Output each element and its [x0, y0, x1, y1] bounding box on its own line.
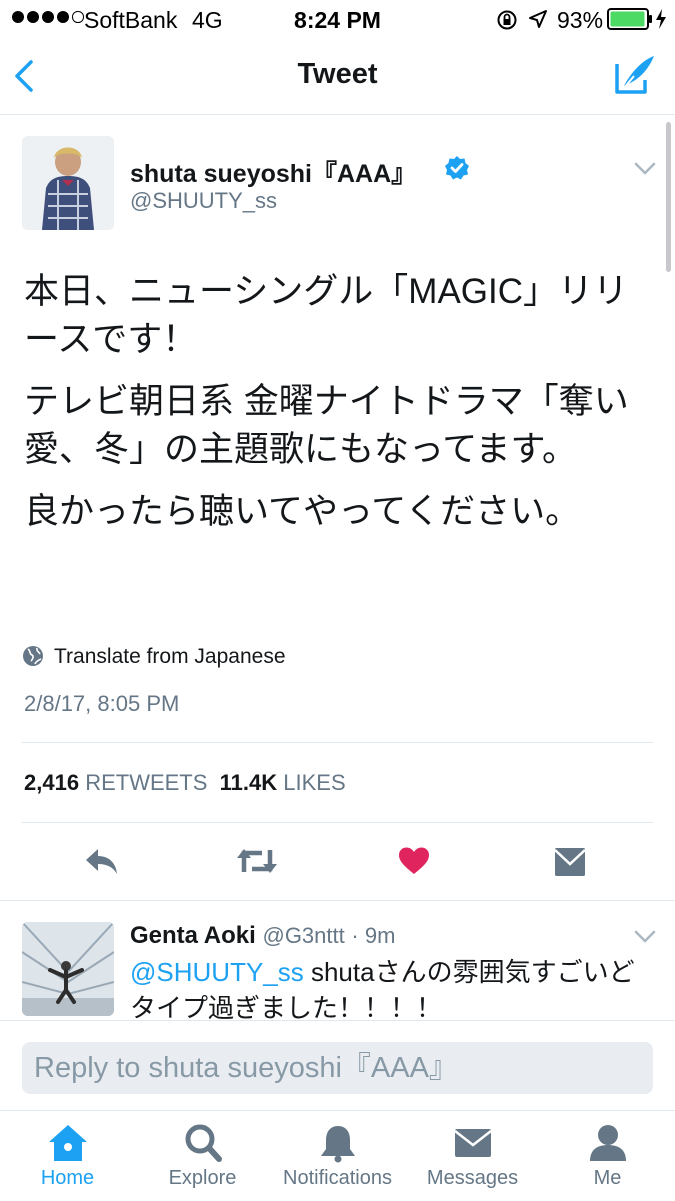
tweet-paragraph: 良かったら聴いてやってください。	[24, 492, 581, 531]
tab-home[interactable]: Home	[0, 1123, 135, 1190]
scrollbar[interactable]	[666, 122, 671, 272]
search-icon	[185, 1124, 222, 1162]
tab-label: Messages	[426, 1167, 519, 1189]
tab-label: Me	[593, 1167, 622, 1189]
reply-header: Genta Aoki @G3nttt · 9m	[130, 922, 395, 950]
divider	[0, 1020, 675, 1021]
battery-icon	[607, 8, 652, 30]
reply-text: @SHUUTY_ss shutaさんの雰囲気すごいどタイプ過ぎました！！！！	[130, 954, 656, 1026]
tweet-timestamp: 2/8/17, 8:05 PM	[24, 691, 180, 716]
likes-label: LIKES	[283, 770, 346, 795]
tab-bar: Home Explore Notifications Messages Me	[0, 1110, 675, 1201]
likes-count: 11.4K	[219, 770, 278, 795]
bell-icon	[320, 1126, 355, 1163]
engagement-counts[interactable]: 2,416 RETWEETS 11.4K LIKES	[24, 770, 346, 796]
retweet-icon[interactable]	[236, 846, 278, 876]
tweet-paragraph: テレビ朝日系 金曜ナイトドラマ「奪い愛、冬」の主題歌にもなってます。	[24, 382, 629, 469]
retweets-count: 2,416	[24, 770, 80, 795]
divider	[22, 822, 653, 823]
reply-author-avatar[interactable]	[22, 922, 114, 1016]
page-title: Tweet	[297, 58, 378, 90]
verified-badge-icon	[445, 156, 469, 180]
tab-explore[interactable]: Explore	[135, 1123, 270, 1190]
reply-input[interactable]: Reply to shuta sueyoshi『AAA』	[22, 1042, 653, 1094]
tab-label: Home	[40, 1167, 95, 1189]
reply-icon[interactable]	[84, 846, 120, 876]
tab-label: Notifications	[283, 1167, 392, 1189]
reply-mention-link[interactable]: @SHUUTY_ss	[130, 957, 304, 987]
divider	[22, 742, 653, 743]
divider	[0, 900, 675, 901]
reply-author-name[interactable]: Genta Aoki	[130, 922, 256, 949]
chevron-down-icon[interactable]	[634, 930, 656, 944]
envelope-icon	[453, 1129, 492, 1157]
reply-author-handle[interactable]: @G3nttt	[262, 923, 344, 948]
retweets-label: RETWEETS	[85, 770, 208, 795]
translate-link[interactable]: Translate from Japanese	[54, 645, 286, 669]
tab-label: Explore	[168, 1167, 237, 1189]
compose-icon[interactable]	[614, 54, 656, 96]
location-icon	[529, 10, 547, 28]
tab-notifications[interactable]: Notifications	[270, 1123, 405, 1190]
author-name[interactable]: shuta sueyoshi『AAA』	[130, 154, 416, 190]
tab-me[interactable]: Me	[540, 1123, 675, 1190]
nav-bar: Tweet	[0, 38, 675, 115]
tab-messages[interactable]: Messages	[405, 1123, 540, 1190]
reply-time: · 9m	[351, 923, 396, 948]
status-bar: SoftBank 4G 8:24 PM 93%	[0, 0, 675, 38]
battery-percent: 93%	[557, 7, 604, 33]
like-heart-icon[interactable]	[398, 846, 430, 876]
direct-message-icon[interactable]	[554, 847, 586, 877]
author-handle[interactable]: @SHUUTY_ss	[130, 188, 277, 214]
rotation-lock-icon	[497, 10, 517, 30]
globe-icon	[23, 646, 43, 666]
home-icon	[48, 1125, 87, 1161]
charging-icon	[656, 9, 666, 29]
tweet-paragraph: 本日、ニューシングル「MAGIC」リリースです！	[24, 272, 629, 359]
chevron-down-icon[interactable]	[634, 162, 656, 176]
tweet-text: 本日、ニューシングル「MAGIC」リリースです！ テレビ朝日系 金曜ナイトドラマ…	[24, 268, 649, 550]
person-icon	[589, 1125, 626, 1161]
author-avatar[interactable]	[22, 136, 114, 230]
